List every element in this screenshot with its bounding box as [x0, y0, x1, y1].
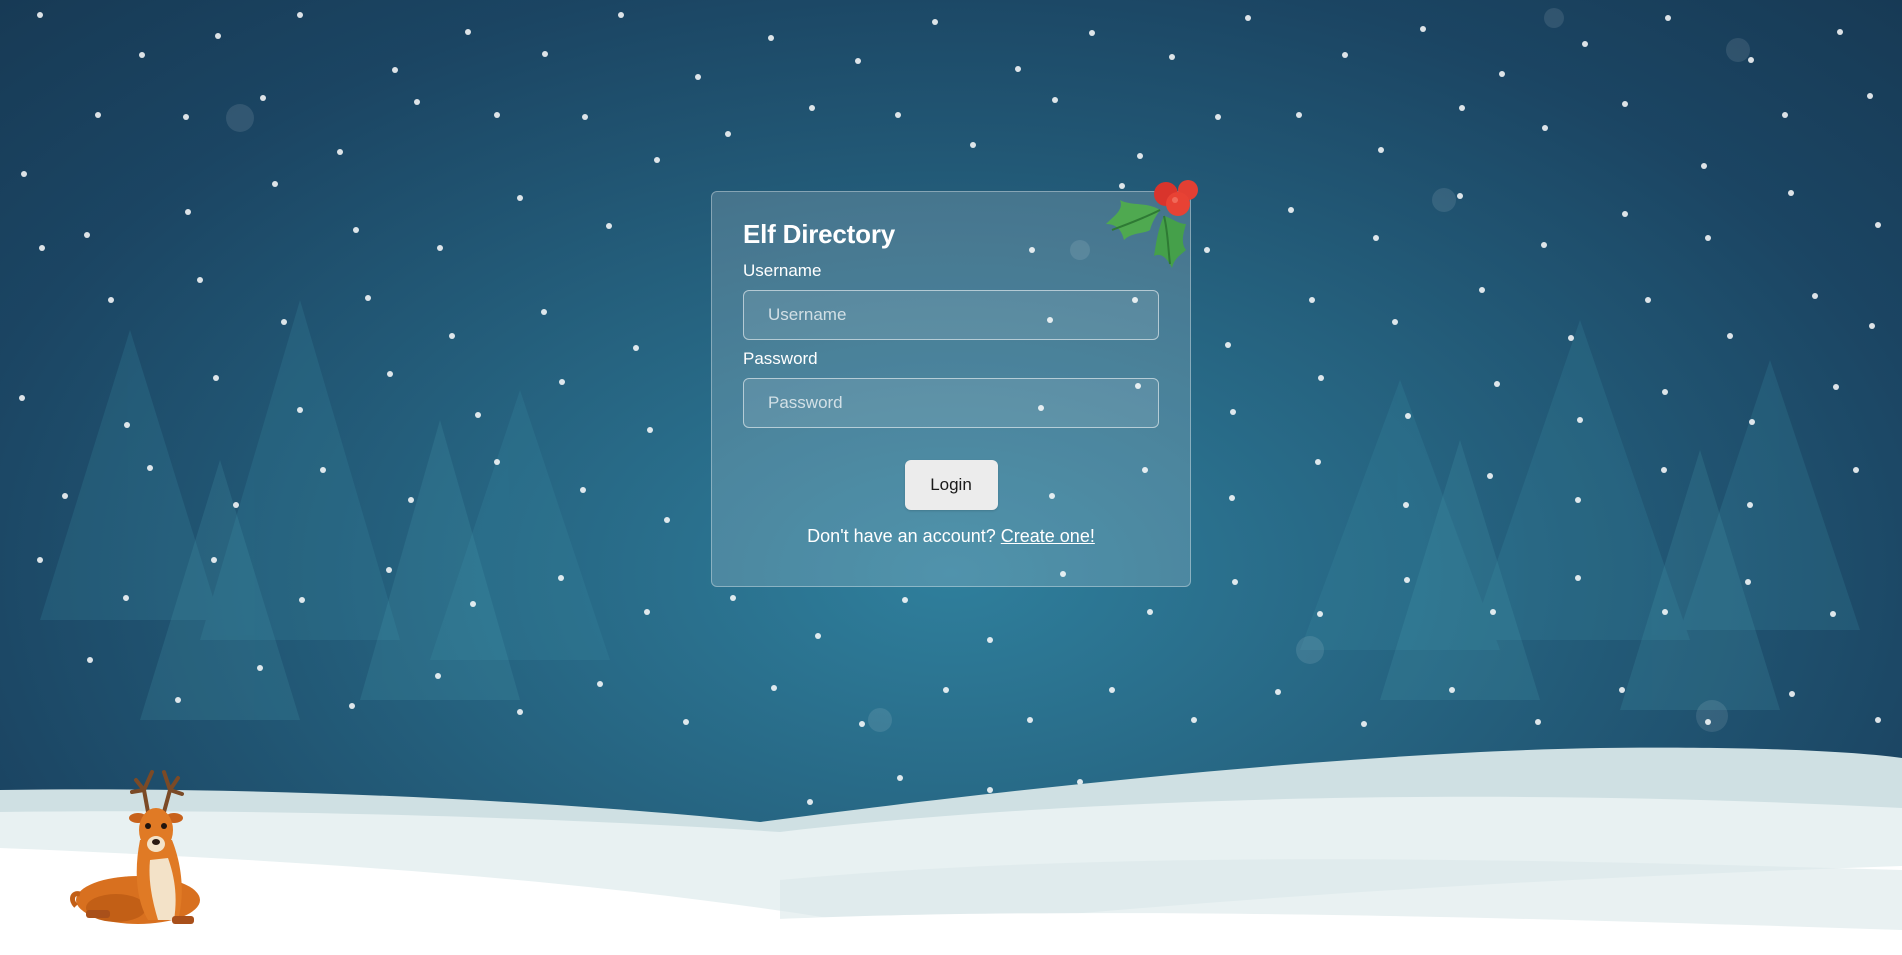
- signup-prompt: Don't have an account?: [807, 526, 996, 546]
- username-input[interactable]: [743, 290, 1159, 340]
- login-button[interactable]: Login: [904, 460, 998, 510]
- holly-icon: [1106, 180, 1198, 268]
- password-input[interactable]: [743, 378, 1159, 428]
- username-label: Username: [743, 261, 822, 280]
- login-page: Elf Directory Username Password Login Do…: [0, 0, 1902, 955]
- password-label: Password: [743, 349, 818, 368]
- create-account-link[interactable]: Create one!: [1001, 526, 1095, 546]
- login-row: Login: [743, 460, 1159, 510]
- card-title: Elf Directory: [743, 219, 896, 249]
- reindeer-icon: [70, 770, 200, 924]
- signup-row: Don't have an account? Create one!: [743, 526, 1159, 547]
